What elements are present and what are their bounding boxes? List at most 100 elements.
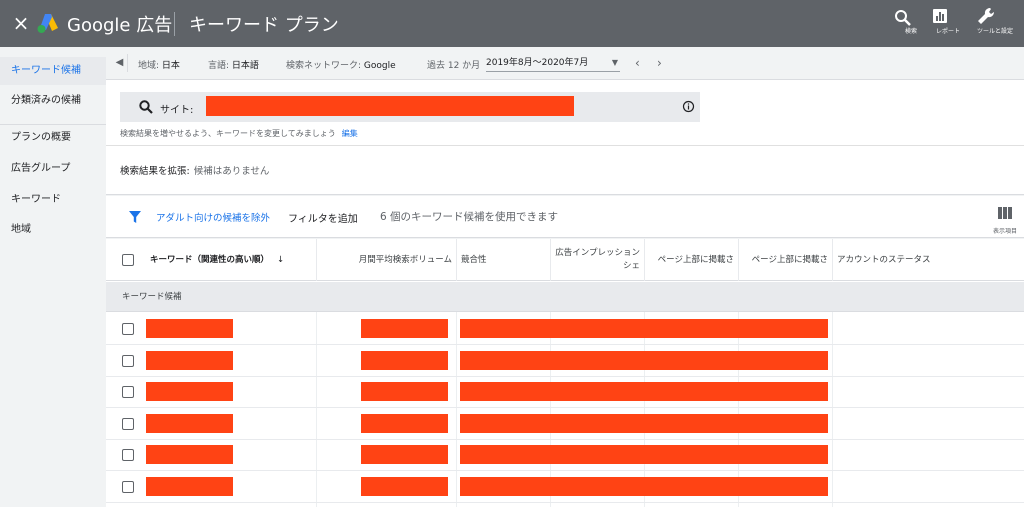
header-report-button[interactable]: レポート <box>928 6 968 42</box>
redacted-volume <box>361 445 448 464</box>
search-hint: 検索結果を増やせるよう、キーワードを変更してみましょう 編集 <box>120 128 358 139</box>
table-row[interactable] <box>106 313 1024 345</box>
sidebar-item-ad-groups[interactable]: 広告グループ <box>0 155 106 183</box>
redacted-metrics <box>460 319 828 338</box>
redacted-keyword <box>146 319 233 338</box>
sidebar-item-plan-overview[interactable]: プランの概要 <box>0 124 106 152</box>
redacted-keyword <box>146 477 233 496</box>
redacted-metrics <box>460 414 828 433</box>
table-row[interactable] <box>106 408 1024 440</box>
collapse-sidebar-icon[interactable]: ◀ <box>112 54 128 72</box>
exclude-adult-chip[interactable]: アダルト向けの候補を除外 <box>156 210 270 224</box>
next-period-icon[interactable]: › <box>657 56 662 70</box>
column-keyword[interactable]: キーワード（関連性の高い順） ↓ <box>146 239 316 281</box>
sidebar-item-keyword-ideas[interactable]: キーワード候補 <box>0 57 106 85</box>
network-value: Google <box>363 61 396 71</box>
sort-arrow-icon: ↓ <box>277 254 285 265</box>
brand-name: Google 広告 <box>67 15 173 36</box>
sidebar-item-grouped-ideas[interactable]: 分類済みの候補 <box>0 87 106 115</box>
columns-label: 表示項目 <box>992 228 1017 235</box>
search-panel: サイト: 検索結果を増やせるよう、キーワードを変更してみましょう 編集 検索結果を… <box>106 80 1024 195</box>
date-range-select[interactable]: 2019年8月〜2020年7月 ▼ <box>486 56 620 72</box>
redacted-volume <box>361 319 448 338</box>
sidebar-item-keywords[interactable]: キーワード <box>0 186 106 214</box>
panel-divider <box>106 145 1024 146</box>
redacted-volume <box>361 477 448 496</box>
close-icon[interactable]: × <box>10 12 32 34</box>
group-row: キーワード候補 <box>106 282 1024 312</box>
network-filter[interactable]: 検索ネットワーク: Google <box>286 58 396 71</box>
column-competition[interactable]: 競合性 <box>456 239 550 281</box>
redacted-volume <box>361 351 448 370</box>
column-top-bid-low[interactable]: ページ上部に掲載さ <box>644 239 738 281</box>
page-title: キーワード プラン <box>189 15 339 36</box>
row-checkbox[interactable] <box>122 323 134 335</box>
row-checkbox[interactable] <box>122 418 134 430</box>
columns-button[interactable]: 表示項目 <box>990 204 1020 235</box>
row-checkbox[interactable] <box>122 481 134 493</box>
column-keyword-label: キーワード（関連性の高い順） <box>150 254 270 265</box>
expand-results: 検索結果を拡張: 候補はありません <box>120 163 269 177</box>
header-report-label: レポート <box>935 28 960 35</box>
redacted-metrics <box>460 382 828 401</box>
location-filter[interactable]: 地域: 日本 <box>138 58 180 71</box>
language-filter[interactable]: 言語: 日本語 <box>208 58 259 71</box>
row-checkbox[interactable] <box>122 449 134 461</box>
column-account-status[interactable]: アカウントのステータス <box>832 239 1024 281</box>
row-checkbox[interactable] <box>122 355 134 367</box>
filter-bar: ◀ 地域: 日本 言語: 日本語 検索ネットワーク: Google 過去 12 … <box>106 47 1024 80</box>
info-icon[interactable] <box>682 100 695 113</box>
redacted-keyword <box>146 382 233 401</box>
sidebar: キーワード候補 分類済みの候補 プランの概要 広告グループ キーワード 地域 <box>0 47 106 507</box>
header-tools-label: ツールと設定 <box>976 28 1013 35</box>
wrench-icon <box>978 7 995 24</box>
report-icon <box>933 9 947 23</box>
row-checkbox[interactable] <box>122 386 134 398</box>
location-value: 日本 <box>161 61 180 71</box>
redacted-volume <box>361 414 448 433</box>
redacted-keyword <box>146 414 233 433</box>
language-label: 言語: <box>208 61 230 71</box>
google-ads-logo-icon <box>37 14 58 33</box>
redacted-volume <box>361 382 448 401</box>
expand-label: 検索結果を拡張: <box>120 166 190 177</box>
redacted-metrics <box>460 477 828 496</box>
table-row[interactable] <box>106 471 1024 503</box>
app-header: × Google 広告 キーワード プラン 検索 レポート ツールと設定 <box>0 0 1024 47</box>
table-row[interactable] <box>106 345 1024 377</box>
prev-period-icon[interactable]: ‹ <box>635 56 640 70</box>
table-row[interactable] <box>106 376 1024 408</box>
table-row[interactable] <box>106 439 1024 471</box>
column-top-bid-high[interactable]: ページ上部に掲載さ <box>738 239 832 281</box>
header-search-label: 検索 <box>904 28 917 35</box>
select-all-checkbox[interactable] <box>122 254 134 266</box>
search-icon <box>895 10 911 26</box>
keyword-table: キーワード（関連性の高い順） ↓ 月間平均検索ボリューム 競合性 広告インプレッ… <box>106 239 1024 507</box>
filter-icon[interactable] <box>128 210 142 224</box>
header-divider <box>174 12 175 36</box>
search-prefix: サイト: <box>160 105 194 116</box>
caret-down-icon: ▼ <box>611 58 618 67</box>
language-value: 日本語 <box>231 61 259 71</box>
redacted-keyword <box>146 351 233 370</box>
redacted-metrics <box>460 351 828 370</box>
add-filter-button[interactable]: フィルタを追加 <box>288 210 358 225</box>
search-hint-text: 検索結果を増やせるよう、キーワードを変更してみましょう <box>120 129 336 138</box>
sidebar-item-locations[interactable]: 地域 <box>0 216 106 244</box>
network-label: 検索ネットワーク: <box>286 61 362 71</box>
redacted-metrics <box>460 445 828 464</box>
column-monthly-volume[interactable]: 月間平均検索ボリューム <box>316 239 456 281</box>
period-label: 過去 12 か月 <box>427 61 481 71</box>
columns-icon <box>998 207 1012 219</box>
table-toolbar: アダルト向けの候補を除外 フィルタを追加 6 個のキーワード候補を使用できます … <box>106 196 1024 238</box>
header-search-button[interactable]: 検索 <box>891 6 931 42</box>
edit-link[interactable]: 編集 <box>342 129 358 138</box>
location-label: 地域: <box>138 61 160 71</box>
site-search-input[interactable]: サイト: <box>120 92 700 122</box>
keyword-count: 6 個のキーワード候補を使用できます <box>380 211 559 223</box>
header-tools-button[interactable]: ツールと設定 <box>974 6 1016 42</box>
search-icon <box>139 100 153 114</box>
table-header: キーワード（関連性の高い順） ↓ 月間平均検索ボリューム 競合性 広告インプレッ… <box>106 239 1024 281</box>
column-impression-share[interactable]: 広告インプレッション シェ <box>550 239 644 281</box>
date-range-value: 2019年8月〜2020年7月 <box>486 58 589 68</box>
